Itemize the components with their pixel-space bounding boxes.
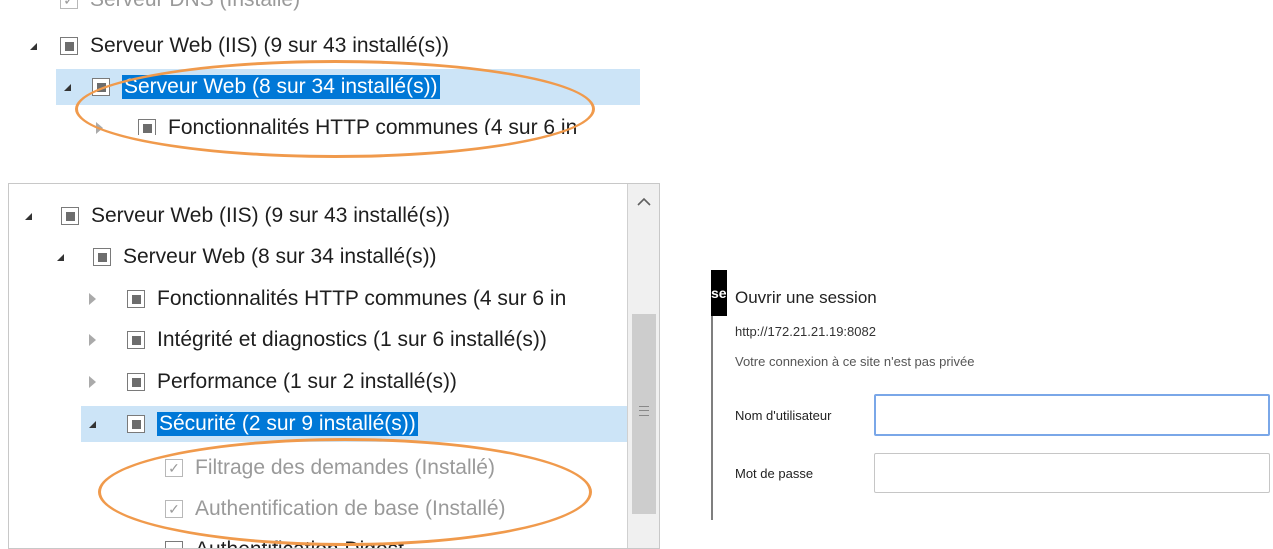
expanded-arrow-icon[interactable]: [49, 253, 71, 261]
dialog-edge: [711, 316, 713, 520]
checkbox-checked-icon[interactable]: ✓: [60, 0, 78, 9]
tree-item-web-server[interactable]: Serveur Web (8 sur 34 installé(s)): [49, 239, 627, 275]
partial-checkbox-icon[interactable]: [93, 248, 111, 266]
scroll-up-icon[interactable]: [628, 184, 659, 218]
username-label: Nom d'utilisateur: [735, 408, 832, 423]
privacy-warning: Votre connexion à ce site n'est pas priv…: [735, 354, 975, 369]
expanded-arrow-icon[interactable]: [17, 212, 39, 220]
tree-item-http-features[interactable]: Fonctionnalités HTTP communes (4 sur 6 i…: [81, 281, 627, 317]
partial-checkbox-icon[interactable]: [61, 207, 79, 225]
tree-item-label: Intégrité et diagnostics (1 sur 6 instal…: [157, 328, 547, 351]
tree-item-label: Sécurité (2 sur 9 installé(s)): [157, 412, 418, 436]
expanded-arrow-icon[interactable]: [56, 83, 78, 91]
partial-checkbox-icon[interactable]: [127, 373, 145, 391]
tree-item-label: Serveur DNS (Installé): [90, 0, 300, 12]
browser-tab-fragment: se: [711, 270, 727, 316]
grip-icon: [639, 406, 649, 416]
expanded-arrow-icon[interactable]: [22, 42, 44, 50]
annotation-oval: [98, 438, 592, 546]
password-field[interactable]: [874, 453, 1270, 493]
checkbox-unchecked-icon[interactable]: [165, 541, 183, 548]
tree-item-health-diagnostics[interactable]: Intégrité et diagnostics (1 sur 6 instal…: [81, 322, 627, 358]
tree-item-label: Serveur Web (IIS) (9 sur 43 installé(s)): [91, 204, 451, 227]
dialog-title: Ouvrir une session: [735, 288, 877, 307]
expanded-arrow-icon[interactable]: [81, 420, 103, 428]
collapsed-arrow-icon[interactable]: [81, 376, 103, 388]
tree-item-iis[interactable]: Serveur Web (IIS) (9 sur 43 installé(s)): [17, 198, 627, 234]
vertical-scrollbar[interactable]: [627, 184, 659, 548]
tree-item-security[interactable]: Sécurité (2 sur 9 installé(s)): [81, 406, 627, 442]
tree-item-iis[interactable]: Serveur Web (IIS) (9 sur 43 installé(s)): [22, 28, 640, 64]
tree-item-dns[interactable]: ✓ Serveur DNS (Installé): [60, 0, 640, 18]
partial-checkbox-icon[interactable]: [127, 290, 145, 308]
password-label: Mot de passe: [735, 466, 814, 481]
partial-checkbox-icon[interactable]: [127, 415, 145, 433]
partial-checkbox-icon[interactable]: [127, 331, 145, 349]
tree-item-performance[interactable]: Performance (1 sur 2 installé(s)): [81, 364, 627, 400]
login-dialog: se Ouvrir une session http://172.21.21.1…: [711, 270, 1273, 520]
collapsed-arrow-icon[interactable]: [81, 334, 103, 346]
tree-item-label: Serveur Web (8 sur 34 installé(s)): [123, 245, 437, 268]
username-field[interactable]: [874, 394, 1270, 436]
collapsed-arrow-icon[interactable]: [81, 293, 103, 305]
scroll-thumb[interactable]: [632, 314, 656, 514]
partial-checkbox-icon[interactable]: [60, 37, 78, 55]
tree-item-label: Fonctionnalités HTTP communes (4 sur 6 i…: [157, 287, 567, 310]
site-url: http://172.21.21.19:8082: [735, 324, 876, 339]
tree-item-label: Performance (1 sur 2 installé(s)): [157, 370, 457, 393]
annotation-oval: [75, 60, 595, 158]
tree-item-label: Serveur Web (IIS) (9 sur 43 installé(s)): [90, 34, 450, 57]
